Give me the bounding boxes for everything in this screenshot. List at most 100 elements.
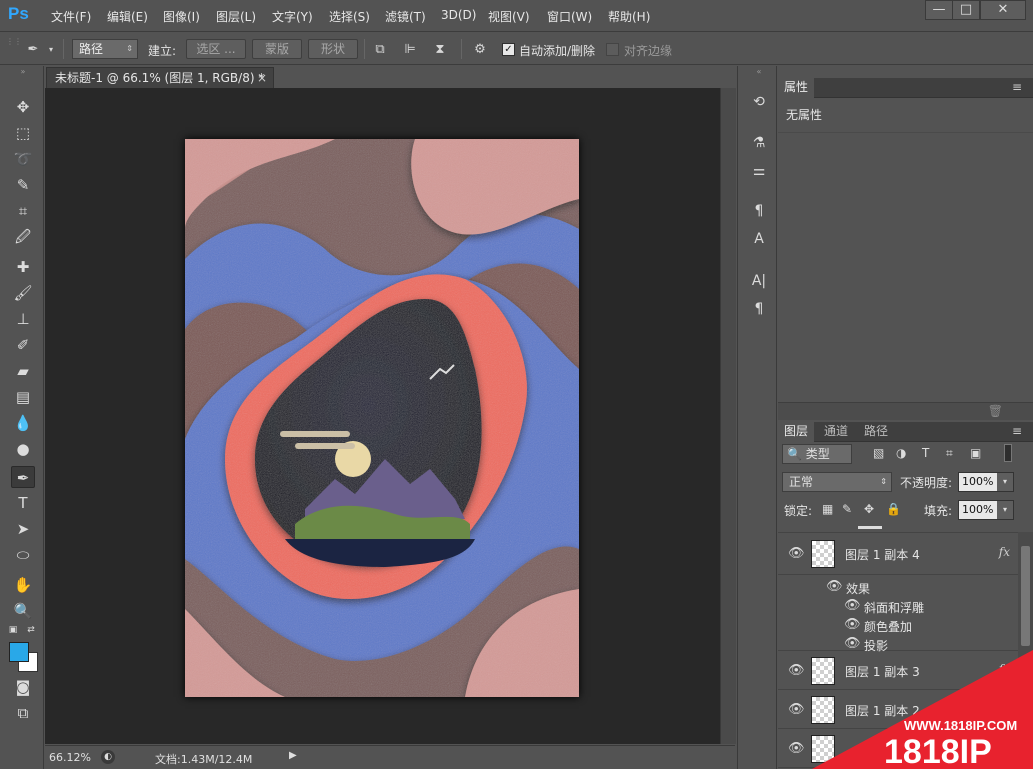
pixel-filter-icon[interactable]: ▧: [873, 446, 884, 460]
hand-tool-icon[interactable]: ✋: [11, 574, 35, 596]
visibility-eye-icon[interactable]: 👁: [788, 702, 805, 718]
menu-layer[interactable]: 图层(L): [216, 8, 256, 25]
lock-transparency-icon[interactable]: ▦: [822, 502, 833, 516]
adjustment-filter-icon[interactable]: ◑: [896, 446, 906, 460]
make-shape-button[interactable]: 形状: [308, 39, 358, 59]
trash-icon[interactable]: 🗑: [988, 404, 1003, 418]
path-alignment-icon[interactable]: ⊫: [401, 41, 419, 59]
fill-input[interactable]: 100% ▾: [958, 500, 1014, 520]
brush-panel-icon[interactable]: ⚗: [748, 132, 770, 154]
menu-file[interactable]: 文件(F): [51, 8, 91, 25]
minimize-button[interactable]: —: [925, 0, 953, 20]
mode-select[interactable]: 路径 ⇕: [72, 39, 138, 59]
quick-mask-icon[interactable]: ◙: [11, 676, 35, 698]
menu-view[interactable]: 视图(V): [488, 8, 530, 25]
layer-effects-icon[interactable]: fx: [999, 545, 1010, 559]
paragraph-panel-icon[interactable]: ¶: [748, 298, 770, 320]
gradient-tool-icon[interactable]: ▤: [11, 386, 35, 408]
dodge-tool-icon[interactable]: ●: [11, 438, 35, 460]
default-colors-icon[interactable]: ▣: [6, 624, 20, 636]
brush-tool-icon[interactable]: 🖌: [11, 282, 35, 304]
screen-mode-icon[interactable]: ⧉: [11, 702, 35, 724]
character-styles-icon[interactable]: A: [748, 228, 770, 250]
fill-dropdown-icon[interactable]: ▾: [997, 501, 1013, 519]
menu-edit[interactable]: 编辑(E): [107, 8, 148, 25]
clone-stamp-tool-icon[interactable]: ⊥: [11, 308, 35, 330]
panel-menu-icon[interactable]: ≡: [1006, 422, 1028, 442]
close-button[interactable]: ✕: [980, 0, 1026, 20]
vertical-scrollbar[interactable]: [720, 88, 736, 744]
adjustments-panel-icon[interactable]: ⚌: [748, 160, 770, 182]
layers-scroll-thumb[interactable]: [1021, 546, 1030, 646]
collapse-panels-icon[interactable]: «: [748, 66, 770, 78]
history-panel-icon[interactable]: ⟲: [748, 91, 770, 113]
document-tab[interactable]: 未标题-1 @ 66.1% (图层 1, RGB/8) * ×: [46, 67, 274, 88]
type-tool-icon[interactable]: T: [11, 492, 35, 514]
tab-paths[interactable]: 路径: [858, 422, 894, 442]
smart-object-filter-icon[interactable]: ▣: [970, 446, 981, 460]
menu-filter[interactable]: 滤镜(T): [385, 8, 426, 25]
tab-properties[interactable]: 属性: [778, 78, 815, 98]
menu-3d[interactable]: 3D(D): [441, 8, 476, 22]
lock-pixels-icon[interactable]: ✎: [842, 502, 852, 516]
marquee-tool-icon[interactable]: ⬚: [11, 122, 35, 144]
tool-preset-chevron-icon[interactable]: ▾: [46, 41, 56, 59]
tab-layers[interactable]: 图层: [778, 422, 815, 442]
opacity-input[interactable]: 100% ▾: [958, 472, 1014, 492]
make-mask-button[interactable]: 蒙版: [252, 39, 302, 59]
foreground-color-swatch[interactable]: [9, 642, 29, 662]
eraser-tool-icon[interactable]: ▰: [11, 360, 35, 382]
status-info-icon[interactable]: ◐: [101, 750, 115, 764]
auto-add-delete-checkbox[interactable]: ✓: [502, 43, 515, 56]
eyedropper-tool-icon[interactable]: 🖉: [11, 226, 35, 248]
path-selection-tool-icon[interactable]: ➤: [11, 518, 35, 540]
menu-help[interactable]: 帮助(H): [608, 8, 650, 25]
filter-toggle-switch[interactable]: [1004, 444, 1012, 462]
visibility-eye-icon[interactable]: 👁: [788, 546, 805, 562]
color-overlay-eye-icon[interactable]: 👁: [844, 617, 861, 633]
blend-mode-select[interactable]: 正常 ⇕: [782, 472, 892, 492]
lasso-tool-icon[interactable]: ➰: [11, 148, 35, 170]
opacity-dropdown-icon[interactable]: ▾: [997, 473, 1013, 491]
menu-image[interactable]: 图像(I): [163, 8, 200, 25]
panel-menu-icon[interactable]: ≡: [1006, 78, 1028, 98]
healing-brush-tool-icon[interactable]: ✚: [11, 256, 35, 278]
zoom-tool-icon[interactable]: 🔍: [11, 600, 35, 622]
pen-tool-icon[interactable]: ✒: [11, 466, 35, 488]
tab-channels[interactable]: 通道: [818, 422, 854, 442]
blur-tool-icon[interactable]: 💧: [11, 412, 35, 434]
maximize-button[interactable]: □: [952, 0, 980, 20]
layer-filter-select[interactable]: 🔍 类型: [782, 444, 852, 464]
path-arrangement-icon[interactable]: ⧗: [431, 41, 449, 59]
align-edges-checkbox[interactable]: [606, 43, 619, 56]
visibility-eye-icon[interactable]: 👁: [788, 741, 805, 757]
crop-tool-icon[interactable]: ⌗: [11, 200, 35, 222]
shape-filter-icon[interactable]: ⌗: [946, 446, 953, 461]
artwork-canvas[interactable]: [185, 139, 579, 697]
menu-window[interactable]: 窗口(W): [547, 8, 592, 25]
zoom-level[interactable]: 66.12%: [49, 751, 91, 764]
paragraph-styles-icon[interactable]: ¶: [748, 200, 770, 222]
effect-color-overlay[interactable]: 颜色叠加: [864, 618, 912, 635]
close-document-icon[interactable]: ×: [257, 68, 267, 88]
swap-colors-icon[interactable]: ⇄: [24, 624, 38, 636]
effects-visibility-eye-icon[interactable]: 👁: [826, 579, 843, 595]
visibility-eye-icon[interactable]: 👁: [788, 663, 805, 679]
history-brush-tool-icon[interactable]: ✐: [11, 334, 35, 356]
move-tool-icon[interactable]: ✥: [11, 96, 35, 118]
lock-all-icon[interactable]: 🔒: [886, 502, 901, 516]
status-menu-arrow-icon[interactable]: ▶: [289, 750, 297, 761]
menu-select[interactable]: 选择(S): [329, 8, 370, 25]
bevel-emboss-eye-icon[interactable]: 👁: [844, 598, 861, 614]
layer-row[interactable]: 👁 图层 1 副本 4 fx: [778, 533, 1018, 575]
ellipse-tool-icon[interactable]: ⬭: [11, 544, 35, 566]
path-operations-icon[interactable]: ⧉: [371, 41, 389, 59]
menu-type[interactable]: 文字(Y): [272, 8, 313, 25]
collapse-toolbar-icon[interactable]: »: [11, 66, 35, 78]
type-filter-icon[interactable]: T: [922, 446, 929, 460]
pen-tool-icon[interactable]: ✒: [24, 41, 42, 59]
gear-icon[interactable]: ⚙: [471, 41, 489, 59]
lock-position-icon[interactable]: ✥: [864, 502, 874, 516]
make-selection-button[interactable]: 选区 ...: [186, 39, 246, 59]
effect-bevel-emboss[interactable]: 斜面和浮雕: [864, 599, 924, 616]
